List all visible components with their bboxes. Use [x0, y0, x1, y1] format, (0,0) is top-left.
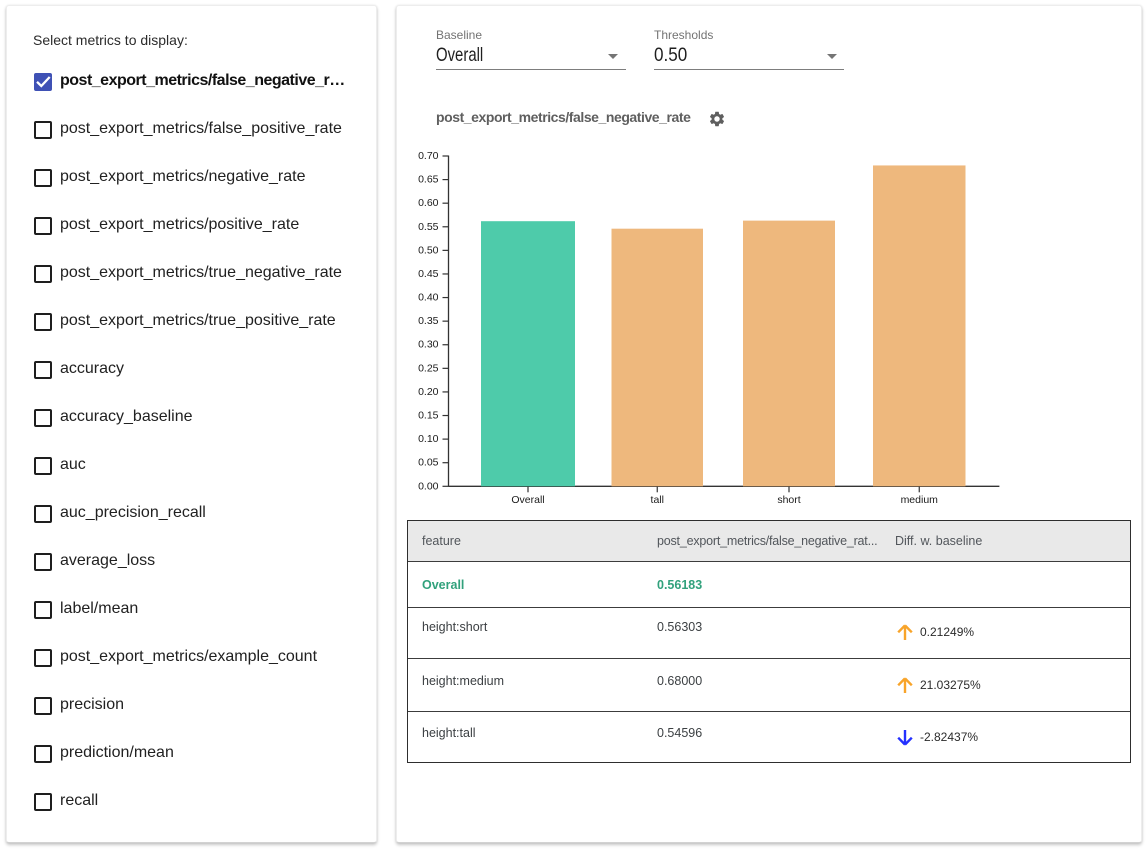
svg-text:0.45: 0.45	[418, 268, 439, 280]
svg-text:0.15: 0.15	[418, 410, 439, 422]
svg-text:short: short	[777, 494, 800, 506]
svg-text:0.40: 0.40	[418, 292, 439, 304]
svg-text:0.20: 0.20	[418, 386, 439, 398]
svg-text:Overall: Overall	[511, 494, 544, 506]
svg-text:tall: tall	[651, 494, 664, 506]
svg-text:0.35: 0.35	[418, 315, 439, 327]
svg-text:0.55: 0.55	[418, 221, 439, 233]
svg-text:0.10: 0.10	[418, 433, 439, 445]
svg-text:0.60: 0.60	[418, 197, 439, 209]
svg-text:0.30: 0.30	[418, 339, 439, 351]
svg-text:0.50: 0.50	[418, 244, 439, 256]
svg-text:0.70: 0.70	[418, 150, 439, 162]
svg-text:0.65: 0.65	[418, 174, 439, 186]
svg-text:0.00: 0.00	[418, 480, 439, 492]
svg-text:medium: medium	[901, 494, 939, 506]
svg-text:0.05: 0.05	[418, 457, 439, 469]
svg-text:0.25: 0.25	[418, 362, 439, 374]
